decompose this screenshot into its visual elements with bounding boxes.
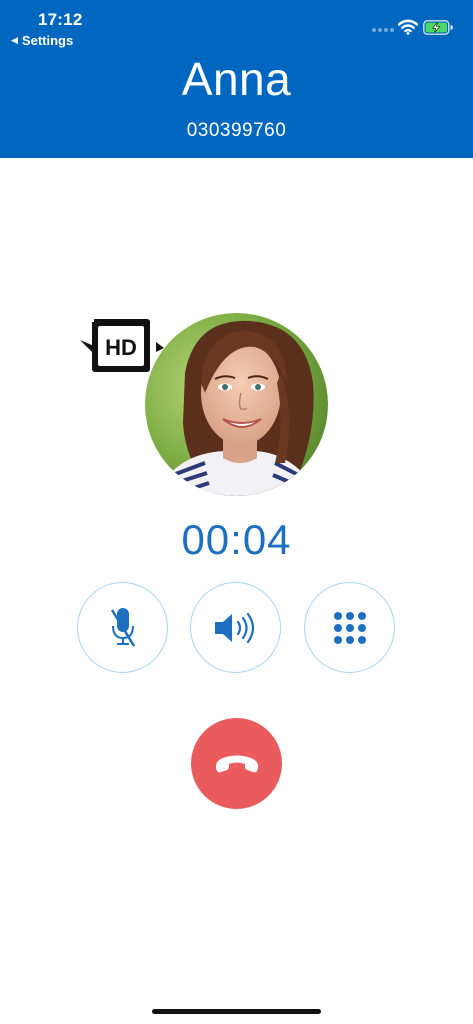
home-indicator[interactable] (152, 1009, 321, 1014)
call-header: 17:12 ◀ Settings Anna 030399760 (0, 0, 473, 158)
speaker-icon (214, 612, 254, 643)
back-arrow-icon: ◀ (11, 35, 18, 45)
caller-avatar (145, 313, 328, 496)
caller-name: Anna (181, 53, 292, 105)
back-to-settings-link[interactable]: ◀ Settings (11, 33, 73, 48)
call-duration-timer: 00:04 (181, 516, 292, 563)
back-link-label: Settings (21, 33, 74, 48)
hang-up-button[interactable] (191, 718, 282, 809)
call-screen: 17:12 ◀ Settings Anna 030399760 HD 00:04 (0, 0, 473, 1024)
caller-number: 030399760 (186, 120, 287, 141)
phone-hangup-icon (215, 755, 258, 772)
hd-badge-label: HD (105, 335, 137, 360)
keypad-button[interactable] (304, 582, 395, 673)
status-time: 17:12 (38, 10, 83, 29)
speaker-button[interactable] (190, 582, 281, 673)
hd-voice-badge: HD (80, 316, 164, 372)
mute-button[interactable] (77, 582, 168, 673)
dialpad-icon (333, 611, 366, 644)
microphone-off-icon (110, 607, 135, 647)
battery-charging-icon (423, 20, 453, 35)
wifi-icon (398, 19, 418, 35)
cellular-signal-icon (372, 28, 394, 32)
